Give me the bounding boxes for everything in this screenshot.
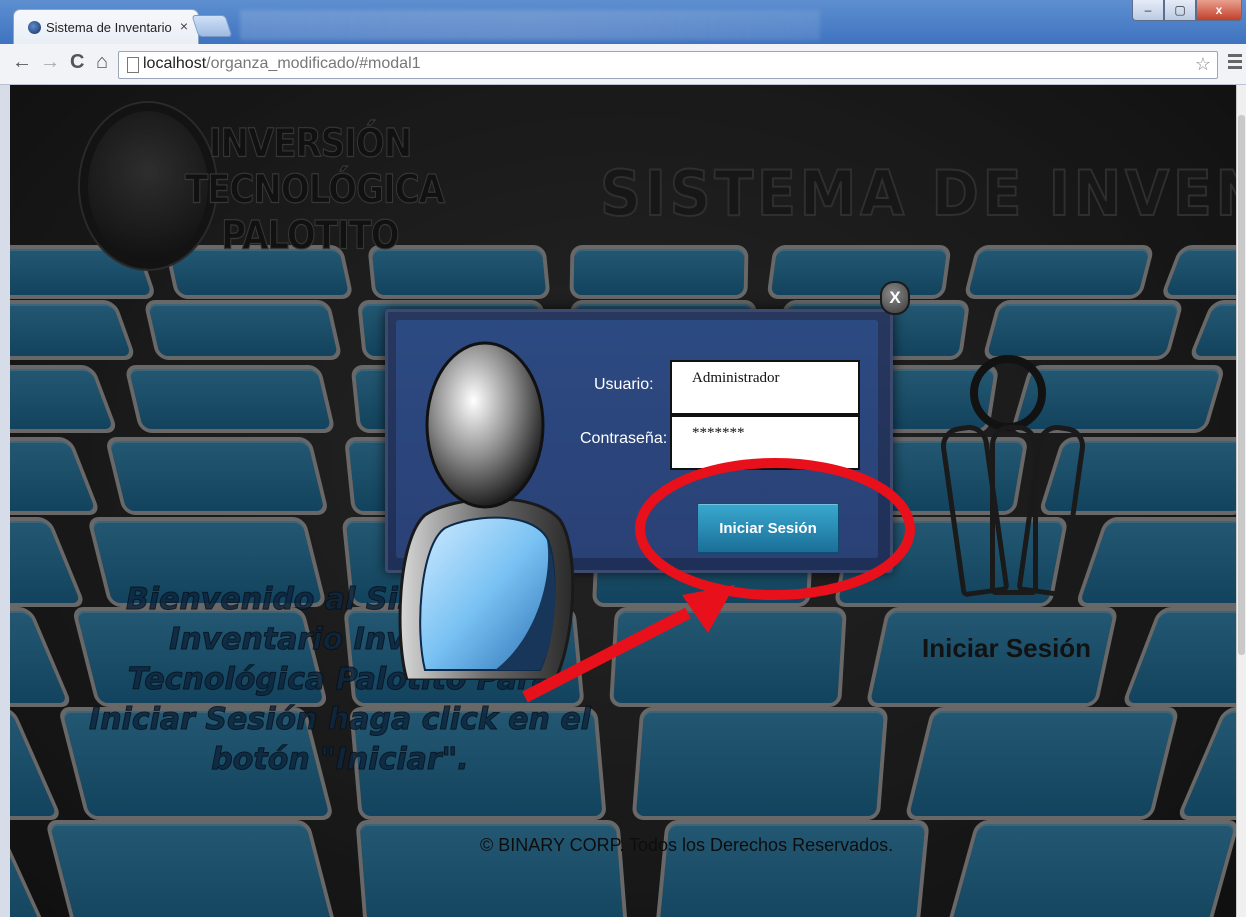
- username-label: Usuario:: [594, 376, 654, 393]
- address-bar[interactable]: localhost/organza_modificado/#modal1 ☆: [118, 51, 1218, 79]
- login-button[interactable]: Iniciar Sesión: [697, 503, 839, 553]
- password-label: Contraseña:: [580, 430, 668, 447]
- browser-menu-icon[interactable]: [1228, 54, 1242, 72]
- page-viewport: INVERSIÓN TECNOLÓGICA PALOTITO SISTEMA D…: [10, 85, 1236, 917]
- modal-close-button[interactable]: X: [880, 281, 910, 315]
- browser-tab[interactable]: Sistema de Inventario ×: [14, 10, 198, 44]
- user-avatar-icon: [398, 341, 575, 680]
- back-icon[interactable]: ←: [12, 52, 32, 72]
- reload-icon[interactable]: C: [70, 52, 84, 72]
- url-host: localhost: [143, 55, 207, 72]
- blurred-taskbar: [240, 10, 820, 40]
- minimize-button[interactable]: –: [1132, 0, 1164, 21]
- bookmark-star-icon[interactable]: ☆: [1195, 54, 1211, 75]
- browser-toolbar: ← → C ⌂ localhost/organza_modificado/#mo…: [0, 44, 1246, 85]
- tab-close-icon[interactable]: ×: [180, 18, 188, 34]
- home-icon[interactable]: ⌂: [96, 52, 108, 72]
- browser-tabstrip: Sistema de Inventario × – ▢ x: [0, 0, 1246, 44]
- favicon-icon: [28, 21, 41, 34]
- tab-title: Sistema de Inventario: [46, 20, 172, 35]
- password-field[interactable]: *******: [670, 415, 860, 470]
- close-window-button[interactable]: x: [1196, 0, 1242, 21]
- page-scrollbar[interactable]: [1236, 85, 1246, 917]
- new-tab-button[interactable]: [192, 16, 232, 36]
- username-field[interactable]: Administrador: [670, 360, 860, 415]
- window-controls: – ▢ x: [1132, 0, 1242, 21]
- url-path: /organza_modificado/#modal1: [206, 55, 421, 72]
- page-icon: [127, 57, 139, 73]
- maximize-button[interactable]: ▢: [1164, 0, 1196, 21]
- scrollbar-thumb[interactable]: [1238, 115, 1245, 655]
- forward-icon[interactable]: →: [40, 52, 60, 72]
- url-text: localhost/organza_modificado/#modal1: [143, 55, 421, 73]
